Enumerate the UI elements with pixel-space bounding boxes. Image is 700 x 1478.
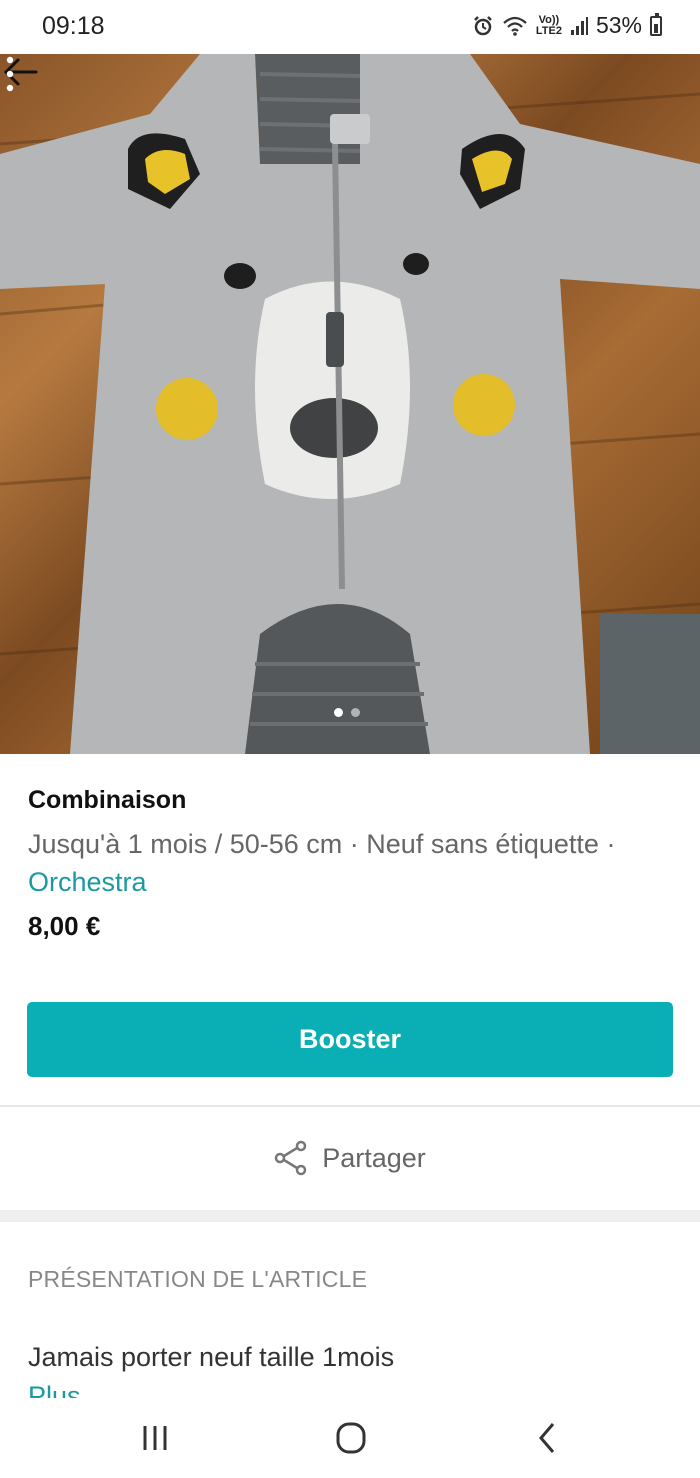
status-time: 09:18 xyxy=(42,12,105,40)
share-icon xyxy=(274,1140,307,1176)
item-brand-link[interactable]: Orchestra xyxy=(28,867,147,897)
recent-apps-icon[interactable] xyxy=(130,1418,180,1458)
item-price: 8,00 € xyxy=(28,911,101,941)
battery-icon xyxy=(650,12,662,36)
item-condition: Neuf sans étiquette xyxy=(366,829,599,859)
status-bar: 09:18 Vo)) LTE2 53% xyxy=(0,0,700,54)
item-description: Jamais porter neuf taille 1mois xyxy=(28,1342,395,1372)
meta-separator: · xyxy=(598,829,616,859)
wifi-icon xyxy=(503,16,527,36)
volte-bottom: LTE2 xyxy=(535,24,562,37)
more-link[interactable]: Plus xyxy=(28,1380,81,1398)
onesie-image xyxy=(0,54,700,754)
battery-percent: 53% xyxy=(595,12,642,38)
more-vertical-icon[interactable] xyxy=(0,54,20,94)
item-title: Combinaison xyxy=(28,786,187,814)
pagination-dot-active[interactable] xyxy=(334,708,343,717)
system-nav-bar xyxy=(0,1398,700,1478)
home-circle-icon[interactable] xyxy=(326,1418,376,1458)
pagination-dot[interactable] xyxy=(351,708,360,717)
meta-separator: · xyxy=(342,829,367,859)
section-separator xyxy=(0,1210,700,1222)
status-icons: Vo)) LTE2 53% xyxy=(472,12,662,39)
item-details: Combinaison Jusqu'à 1 mois / 50-56 cm · … xyxy=(28,786,672,942)
section-heading: PRÉSENTATION DE L'ARTICLE xyxy=(28,1266,368,1292)
share-button[interactable]: Partager xyxy=(0,1120,700,1196)
volte-top: Vo)) xyxy=(538,13,560,26)
share-label: Partager xyxy=(322,1142,426,1173)
booster-button[interactable]: Booster xyxy=(27,1002,673,1077)
item-size: Jusqu'à 1 mois / 50-56 cm xyxy=(28,829,343,859)
alarm-icon xyxy=(473,15,492,35)
volte-indicator: Vo)) LTE2 xyxy=(535,13,562,37)
nav-back-icon[interactable] xyxy=(522,1418,572,1458)
divider xyxy=(0,1105,700,1107)
item-meta: Jusqu'à 1 mois / 50-56 cm · Neuf sans ét… xyxy=(28,825,672,901)
signal-bars-icon xyxy=(570,16,588,35)
photo-pagination xyxy=(334,708,360,717)
item-photo[interactable] xyxy=(0,54,700,754)
